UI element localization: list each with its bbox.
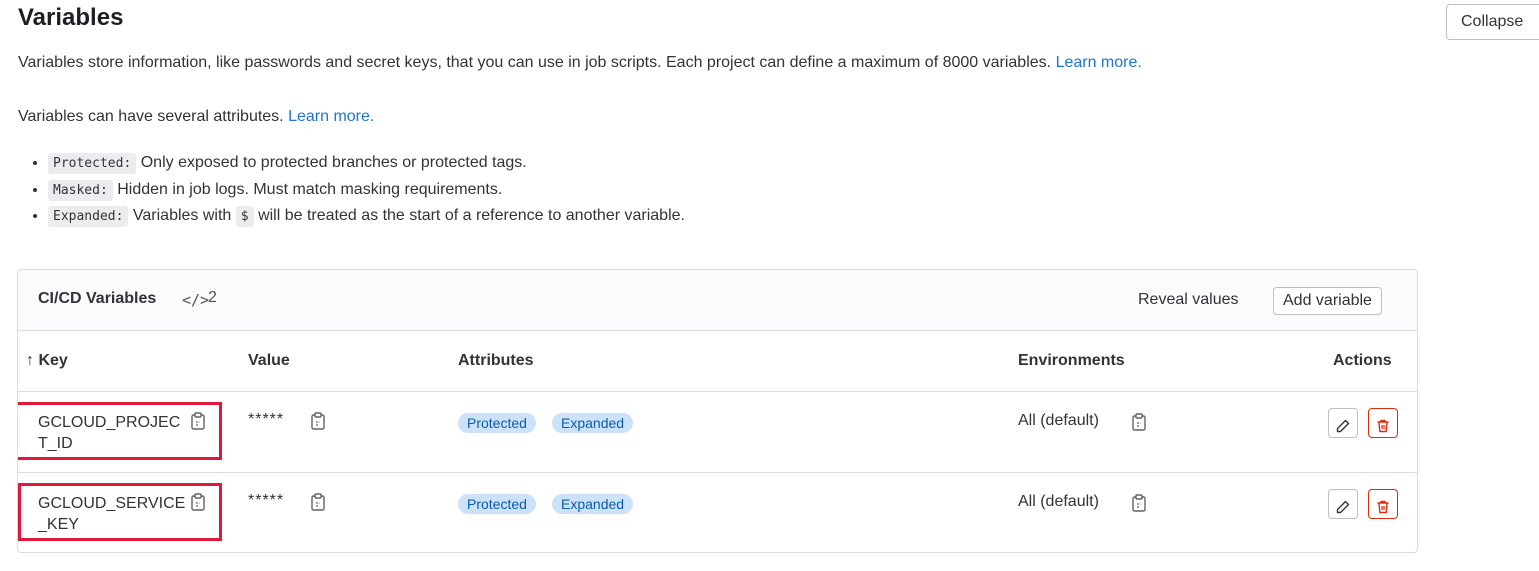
- pencil-icon: [1329, 499, 1357, 515]
- attributes-description-text: Variables can have several attributes.: [18, 108, 284, 125]
- attribute-masked: Masked: Hidden in job logs. Must match m…: [48, 177, 685, 204]
- ci-cd-variables-card: CI/CD Variables </> 2 Reveal values Add …: [17, 269, 1418, 553]
- protected-badge: Protected: [458, 494, 536, 514]
- attribute-text: Only exposed to protected branches or pr…: [140, 154, 527, 171]
- table-header: ↑ Key Value Attributes Environments Acti…: [18, 331, 1417, 392]
- card-title: CI/CD Variables: [38, 290, 157, 307]
- column-actions: Actions: [1333, 352, 1392, 369]
- edit-variable-button[interactable]: [1328, 489, 1358, 519]
- learn-more-link[interactable]: Learn more.: [1056, 54, 1142, 71]
- variable-environment: All (default): [1018, 493, 1099, 510]
- attribute-text: Hidden in job logs. Must match masking r…: [117, 180, 503, 198]
- code-icon: </>: [182, 291, 210, 309]
- attribute-tag: Protected:: [48, 153, 137, 174]
- variables-description: Variables store information, like passwo…: [18, 54, 1142, 72]
- protected-badge: Protected: [458, 413, 536, 433]
- description-text: Variables store information, like passwo…: [18, 54, 1052, 71]
- attributes-description: Variables can have several attributes. L…: [18, 108, 374, 126]
- copy-value-icon[interactable]: [310, 412, 326, 430]
- attribute-expanded: Expanded: Variables with $ will be treat…: [48, 203, 685, 230]
- attribute-tag: Expanded:: [48, 206, 129, 227]
- table-row: GCLOUD_PROJECT_ID ***** Protected Expand…: [18, 392, 1417, 473]
- collapse-button[interactable]: Collapse: [1446, 4, 1539, 40]
- edit-variable-button[interactable]: [1328, 408, 1358, 438]
- copy-key-icon[interactable]: [190, 412, 206, 430]
- expanded-badge: Expanded: [552, 413, 634, 433]
- attribute-text-before: Variables with: [132, 207, 232, 224]
- reveal-values-button[interactable]: Reveal values: [1130, 285, 1247, 315]
- dollar-code: $: [235, 206, 254, 227]
- column-value: Value: [248, 352, 290, 369]
- variable-key: GCLOUD_SERVICE_KEY: [38, 495, 186, 533]
- copy-environment-icon[interactable]: [1131, 413, 1147, 431]
- trash-icon: [1369, 418, 1397, 434]
- column-environments: Environments: [1018, 352, 1125, 369]
- variable-value: *****: [248, 492, 285, 509]
- add-variable-button[interactable]: Add variable: [1273, 287, 1382, 315]
- column-key[interactable]: ↑ Key: [26, 352, 68, 370]
- delete-variable-button[interactable]: [1368, 489, 1398, 519]
- page-title: Variables: [18, 4, 124, 31]
- attribute-tag: Masked:: [48, 179, 113, 201]
- expanded-badge: Expanded: [552, 494, 634, 514]
- attributes-learn-more-link[interactable]: Learn more.: [288, 108, 374, 125]
- copy-key-icon[interactable]: [190, 493, 206, 511]
- column-attributes: Attributes: [458, 352, 534, 369]
- table-row: GCLOUD_SERVICE_KEY ***** Protected Expan…: [18, 473, 1417, 552]
- variable-environment: All (default): [1018, 412, 1099, 429]
- attribute-text-after: will be treated as the start of a refere…: [258, 207, 685, 224]
- card-header: CI/CD Variables </> 2 Reveal values Add …: [18, 270, 1417, 331]
- copy-value-icon[interactable]: [310, 493, 326, 511]
- variable-count: 2: [208, 289, 217, 306]
- attribute-protected: Protected: Only exposed to protected bra…: [48, 150, 685, 177]
- copy-environment-icon[interactable]: [1131, 494, 1147, 512]
- trash-icon: [1369, 499, 1397, 515]
- delete-variable-button[interactable]: [1368, 408, 1398, 438]
- variable-value: *****: [248, 411, 285, 428]
- variable-key: GCLOUD_PROJECT_ID: [38, 414, 181, 452]
- variables-settings-page: Variables Collapse Variables store infor…: [0, 0, 1539, 571]
- attributes-list: Protected: Only exposed to protected bra…: [18, 150, 685, 230]
- pencil-icon: [1329, 418, 1357, 434]
